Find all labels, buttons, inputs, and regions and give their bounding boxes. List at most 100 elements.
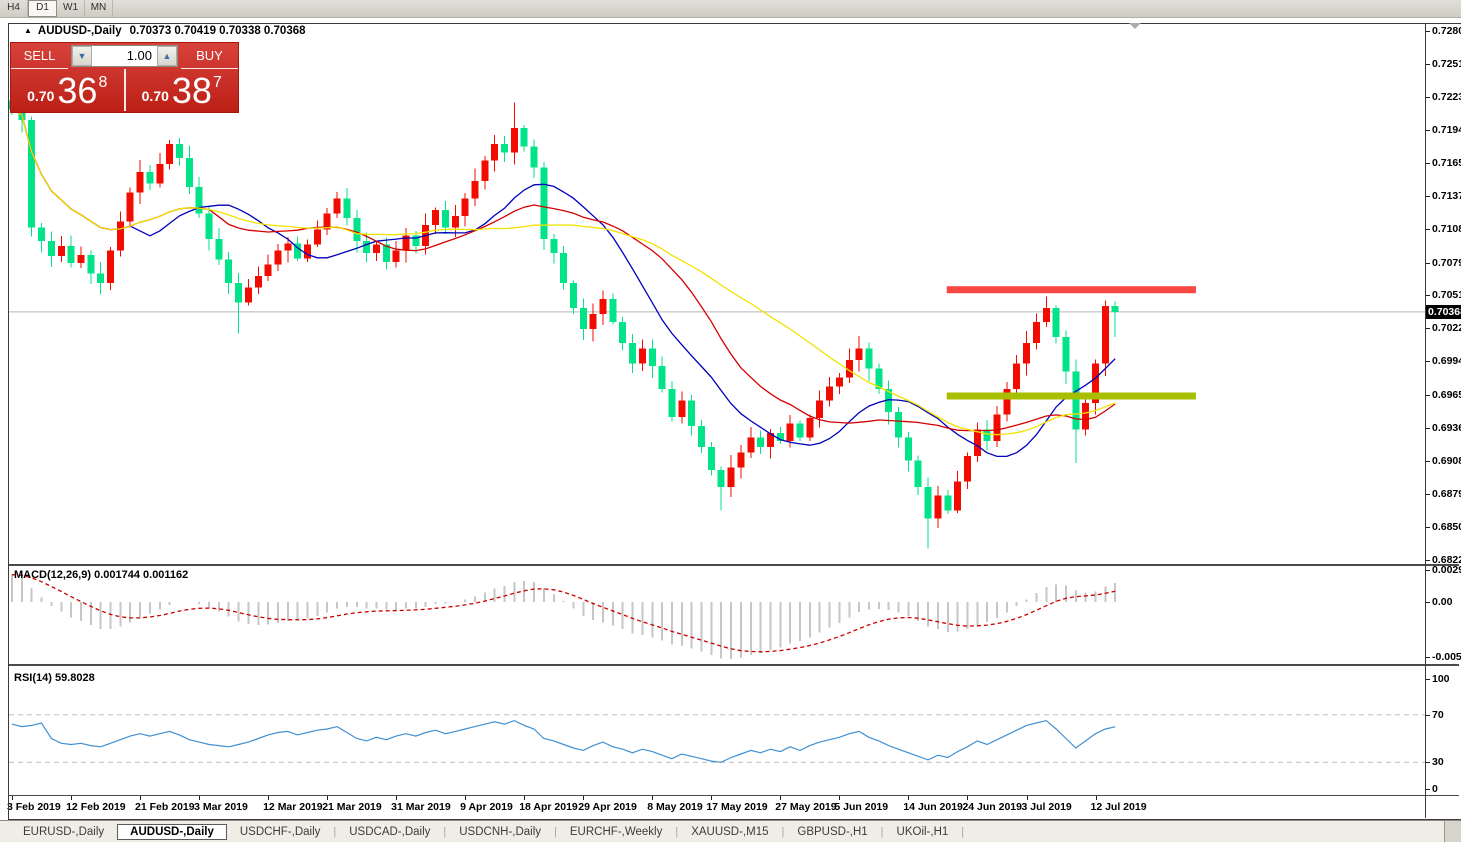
chart-tab-ukoil[interactable]: UKOil-,H1	[884, 824, 962, 840]
candle-body	[334, 198, 341, 213]
timeframe-button-w1[interactable]: W1	[57, 0, 85, 17]
candle-body	[856, 349, 863, 361]
candle-body	[1102, 306, 1109, 364]
volume-input[interactable]: 1.00	[92, 46, 157, 66]
volume-increase-button[interactable]: ▲	[157, 46, 177, 66]
axis-tick	[1425, 229, 1430, 230]
axis-tick	[1425, 527, 1430, 528]
axis-tick	[1425, 130, 1430, 131]
panel-separator[interactable]	[9, 795, 1459, 796]
candle-body	[560, 253, 567, 283]
price-axis-label: 0.68505	[1432, 521, 1461, 534]
macd-axis-label: 0.002984	[1432, 564, 1461, 577]
candle-body	[540, 167, 547, 239]
bid-price-big: 36	[57, 74, 97, 108]
candle-body	[668, 389, 675, 417]
candle-body	[718, 470, 725, 487]
chart-tab-usdcnh[interactable]: USDCNH-,Daily	[446, 824, 554, 840]
candles	[9, 91, 1119, 548]
chart-tab-eurchf[interactable]: EURCHF-,Weekly	[557, 824, 675, 840]
candle-body	[265, 264, 272, 276]
candle-body	[87, 255, 94, 273]
panel-separator[interactable]	[9, 664, 1459, 666]
candle-body	[353, 218, 360, 241]
arrow-down-icon: ▼	[78, 51, 87, 61]
chart-tab-usdchf[interactable]: USDCHF-,Daily	[227, 824, 334, 840]
macd-axis-label: 0.00	[1432, 596, 1452, 609]
date-tick	[1096, 796, 1097, 800]
date-label: 12 Jul 2019	[1091, 801, 1147, 813]
bid-price-display[interactable]: 0.70368	[11, 69, 124, 111]
axis-tick	[1425, 560, 1430, 561]
chart-tab-audusd[interactable]: AUDUSD-,Daily	[117, 824, 227, 840]
arrow-up-icon: ▲	[163, 51, 172, 61]
timeframe-button-mn[interactable]: MN	[85, 0, 113, 17]
candle-body	[255, 276, 262, 288]
volume-stepper[interactable]: ▼ 1.00 ▲	[71, 45, 178, 67]
panel-separator[interactable]	[9, 564, 1459, 566]
axis-tick	[1425, 328, 1430, 329]
macd-chart-canvas[interactable]	[9, 566, 1425, 663]
date-tick	[327, 796, 328, 800]
candle-body	[678, 401, 685, 417]
candle-body	[698, 426, 705, 447]
date-label: 9 Apr 2019	[460, 801, 513, 813]
axis-tick	[1425, 789, 1430, 790]
candle-body	[708, 447, 715, 470]
chart-tab-bar: EURUSD-,DailyAUDUSD-,DailyUSDCHF-,Daily|…	[0, 820, 1461, 842]
bid-price-pip: 8	[98, 74, 107, 92]
macd-histogram	[12, 575, 1115, 660]
candle-body	[649, 349, 656, 366]
axis-tick	[1425, 31, 1430, 32]
candle-body	[393, 250, 400, 262]
candle-body	[186, 158, 193, 187]
candle-body	[925, 487, 932, 518]
candle-body	[38, 227, 45, 241]
candle-body	[225, 260, 232, 283]
axis-tick	[1425, 679, 1430, 680]
candle-body	[156, 164, 163, 184]
ask-price-display[interactable]: 0.70387	[126, 69, 239, 111]
price-axis-label: 0.71945	[1432, 124, 1461, 137]
candle-body	[1043, 308, 1050, 322]
date-tick	[71, 796, 72, 800]
tab-bar-corner	[1444, 821, 1461, 842]
rsi-indicator-label: RSI(14) 59.8028	[14, 672, 95, 684]
candle-body	[501, 144, 508, 152]
candle-body	[994, 414, 1001, 441]
candle-body	[481, 160, 488, 181]
volume-decrease-button[interactable]: ▼	[72, 46, 92, 66]
chart-tab-gbpusd[interactable]: GBPUSD-,H1	[784, 824, 880, 840]
axis-tick	[1425, 657, 1430, 658]
date-tick	[652, 796, 653, 800]
candle-body	[934, 495, 941, 518]
candle-body	[58, 246, 65, 256]
collapse-triangle-icon[interactable]: ▲	[24, 26, 32, 35]
scroll-to-end-marker[interactable]	[1129, 23, 1141, 29]
date-label: 3 Mar 2019	[194, 801, 248, 813]
candle-body	[728, 468, 735, 488]
candle-body	[984, 429, 991, 441]
candle-body	[531, 147, 538, 168]
candle-body	[747, 438, 754, 453]
candle-body	[1072, 372, 1079, 430]
candle-body	[137, 172, 144, 193]
date-tick	[199, 796, 200, 800]
candle-body	[1112, 306, 1119, 312]
sell-button[interactable]: SELL	[11, 43, 68, 69]
resistance-line	[947, 286, 1196, 293]
chart-tab-eurusd[interactable]: EURUSD-,Daily	[10, 824, 117, 840]
date-tick	[524, 796, 525, 800]
price-axis-label: 0.70225	[1432, 322, 1461, 335]
date-label: 8 May 2019	[647, 801, 702, 813]
date-tick	[12, 796, 13, 800]
axis-tick	[1425, 715, 1430, 716]
rsi-chart-canvas[interactable]	[9, 667, 1425, 795]
price-axis-label: 0.71085	[1432, 223, 1461, 236]
chart-tab-usdcad[interactable]: USDCAD-,Daily	[336, 824, 443, 840]
timeframe-button-h4[interactable]: H4	[0, 0, 28, 17]
buy-button[interactable]: BUY	[181, 43, 238, 69]
date-axis[interactable]: 3 Feb 201912 Feb 201921 Feb 20193 Mar 20…	[9, 796, 1425, 817]
chart-tab-xauusd[interactable]: XAUUSD-,M15	[678, 824, 781, 840]
timeframe-button-d1[interactable]: D1	[28, 0, 57, 17]
